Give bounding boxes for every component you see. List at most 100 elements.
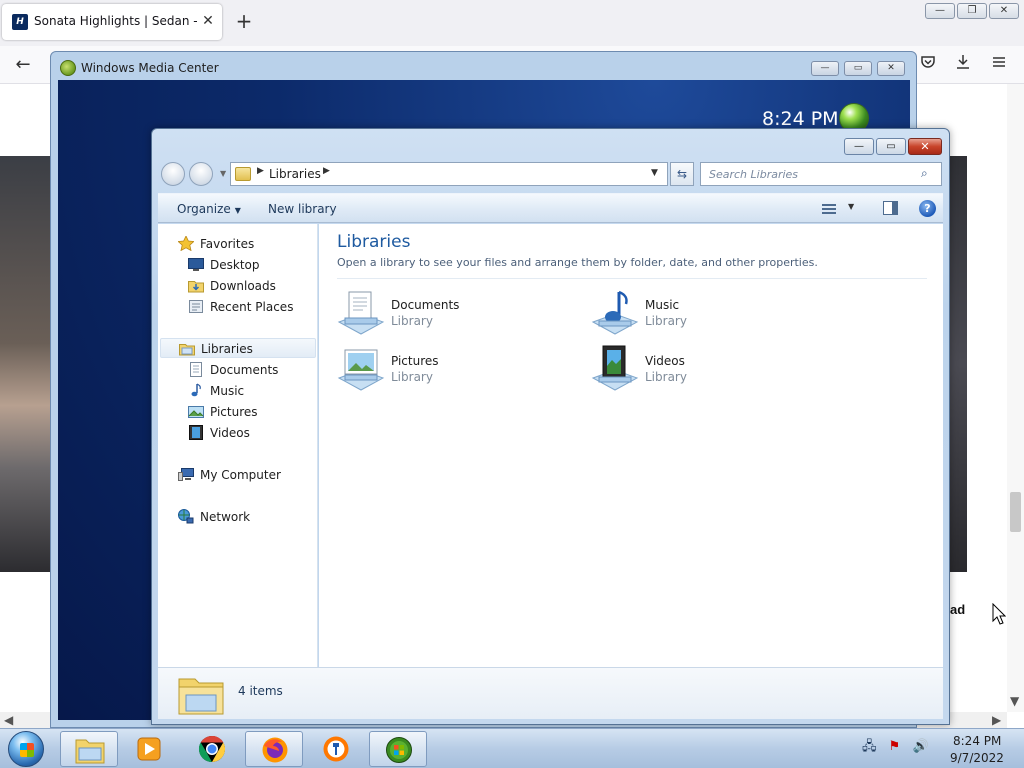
library-item-music[interactable]: Music Library <box>591 288 791 338</box>
media-center-maximize-button[interactable]: ▭ <box>844 61 872 76</box>
change-view-icon[interactable] <box>822 202 838 216</box>
libraries-explorer-window: — ▭ ✕ ▼ ▶ Libraries ▶ ▼ ⇆ Search Librari… <box>151 128 950 725</box>
library-type: Library <box>645 370 687 384</box>
menu-icon[interactable] <box>988 54 1010 76</box>
recent-places-icon <box>188 299 204 314</box>
back-button[interactable]: ← <box>12 54 34 76</box>
preview-pane-icon[interactable] <box>883 201 898 215</box>
browser-close-button[interactable]: ✕ <box>989 3 1019 19</box>
back-nav-button[interactable] <box>161 162 185 186</box>
videos-library-icon <box>591 344 639 392</box>
nav-my-computer[interactable]: My Computer <box>178 465 308 485</box>
taskbar-chrome[interactable] <box>183 731 241 767</box>
scroll-down-arrow-icon[interactable]: ▼ <box>1010 694 1019 708</box>
downloads-folder-icon <box>188 278 204 293</box>
nav-documents[interactable]: Documents <box>188 360 308 380</box>
nav-downloads[interactable]: Downloads <box>188 276 308 296</box>
nav-recent-places[interactable]: Recent Places <box>188 297 308 317</box>
nav-label: Libraries <box>201 342 253 356</box>
documents-icon <box>188 362 204 377</box>
downloads-icon[interactable] <box>952 54 974 76</box>
page-description: Open a library to see your files and arr… <box>337 256 818 269</box>
breadcrumb-libraries[interactable]: Libraries <box>269 167 321 181</box>
chevron-down-icon: ▼ <box>234 206 241 215</box>
action-center-icon[interactable]: ⚑ <box>889 739 901 754</box>
media-center-minimize-button[interactable]: — <box>811 61 839 76</box>
scroll-left-arrow-icon[interactable]: ◀ <box>4 713 13 727</box>
breadcrumb-separator-icon[interactable]: ▶ <box>257 166 264 176</box>
taskbar-avast[interactable] <box>307 731 365 767</box>
new-tab-button[interactable]: + <box>232 10 256 34</box>
nav-label: Videos <box>210 426 250 440</box>
tab-close-icon[interactable]: ✕ <box>200 12 216 30</box>
media-center-title: Windows Media Center <box>81 61 219 75</box>
tab-bar: H Sonata Highlights | Sedan - Hyundai ✕ … <box>0 0 1024 46</box>
pictures-icon <box>188 404 204 419</box>
new-library-button[interactable]: New library <box>268 202 337 216</box>
forward-nav-button[interactable] <box>189 162 213 186</box>
organize-label: Organize <box>177 202 231 216</box>
library-item-videos[interactable]: Videos Library <box>591 344 791 394</box>
nav-label: Documents <box>210 363 279 377</box>
nav-videos[interactable]: Videos <box>188 423 308 443</box>
taskbar-media-player[interactable] <box>120 731 178 767</box>
videos-icon <box>188 425 204 440</box>
browser-minimize-button[interactable]: — <box>925 3 955 19</box>
media-center-logo-icon <box>60 60 76 76</box>
start-button[interactable] <box>8 731 44 767</box>
taskbar-firefox[interactable] <box>245 731 303 767</box>
chrome-icon <box>197 735 227 763</box>
music-icon <box>188 383 204 398</box>
help-icon[interactable]: ? <box>919 200 936 217</box>
navigation-pane: Favorites Desktop Downloads Recent Place… <box>158 224 318 667</box>
taskbar-media-center[interactable] <box>369 731 427 767</box>
browser-tab[interactable]: H Sonata Highlights | Sedan - Hyundai ✕ <box>2 4 222 40</box>
taskbar: 🖧 ⚑ 🔊 8:24 PM 9/7/2022 <box>0 728 1024 768</box>
search-icon[interactable]: ⌕ <box>921 166 928 181</box>
library-type: Library <box>391 370 433 384</box>
scroll-right-arrow-icon[interactable]: ▶ <box>992 713 1001 727</box>
page-title: Libraries <box>337 232 411 252</box>
taskbar-file-explorer[interactable] <box>60 731 118 767</box>
avast-icon <box>321 735 351 763</box>
nav-label: Music <box>210 384 245 398</box>
view-options-dropdown-icon[interactable]: ▼ <box>848 202 854 211</box>
taskbar-clock-date[interactable]: 9/7/2022 <box>950 751 1004 765</box>
nav-desktop[interactable]: Desktop <box>188 255 308 275</box>
nav-libraries[interactable]: Libraries <box>160 338 316 358</box>
address-dropdown-icon[interactable]: ▼ <box>651 168 658 178</box>
desktop-icon <box>188 257 204 272</box>
nav-music[interactable]: Music <box>188 381 308 401</box>
recent-pages-dropdown-icon[interactable]: ▼ <box>220 169 226 178</box>
volume-icon[interactable]: 🔊 <box>912 739 928 754</box>
vertical-scrollbar[interactable]: ▼ <box>1007 84 1024 712</box>
browser-restore-button[interactable]: ❐ <box>957 3 987 19</box>
library-item-pictures[interactable]: Pictures Library <box>337 344 537 394</box>
library-name: Pictures <box>391 354 439 368</box>
refresh-button[interactable]: ⇆ <box>670 162 694 186</box>
network-tray-icon[interactable]: 🖧 <box>862 739 877 754</box>
explorer-minimize-button[interactable]: — <box>844 138 874 155</box>
breadcrumb-separator-icon[interactable]: ▶ <box>323 166 330 176</box>
nav-label: Network <box>200 510 251 524</box>
media-player-icon <box>134 735 164 763</box>
search-placeholder: Search Libraries <box>709 168 799 181</box>
nav-network[interactable]: Network <box>178 507 308 527</box>
media-center-close-button[interactable]: ✕ <box>877 61 905 76</box>
nav-pictures[interactable]: Pictures <box>188 402 308 422</box>
library-item-documents[interactable]: Documents Library <box>337 288 537 338</box>
pocket-icon[interactable] <box>917 54 939 76</box>
nav-label: My Computer <box>200 468 281 482</box>
web-page-text: ad <box>950 602 966 617</box>
search-input[interactable]: Search Libraries ⌕ <box>700 162 942 186</box>
scrollbar-thumb[interactable] <box>1010 492 1021 532</box>
nav-favorites[interactable]: Favorites <box>177 234 308 254</box>
command-bar: Organize ▼ New library ▼ ? <box>158 193 943 223</box>
taskbar-clock-time[interactable]: 8:24 PM <box>953 734 1001 748</box>
media-center-clock: 8:24 PM <box>762 108 839 130</box>
address-bar[interactable]: ▶ Libraries ▶ ▼ <box>230 162 668 186</box>
explorer-maximize-button[interactable]: ▭ <box>876 138 906 155</box>
organize-button[interactable]: Organize ▼ <box>177 202 241 216</box>
explorer-close-button[interactable]: ✕ <box>908 138 942 155</box>
network-icon <box>178 509 194 524</box>
